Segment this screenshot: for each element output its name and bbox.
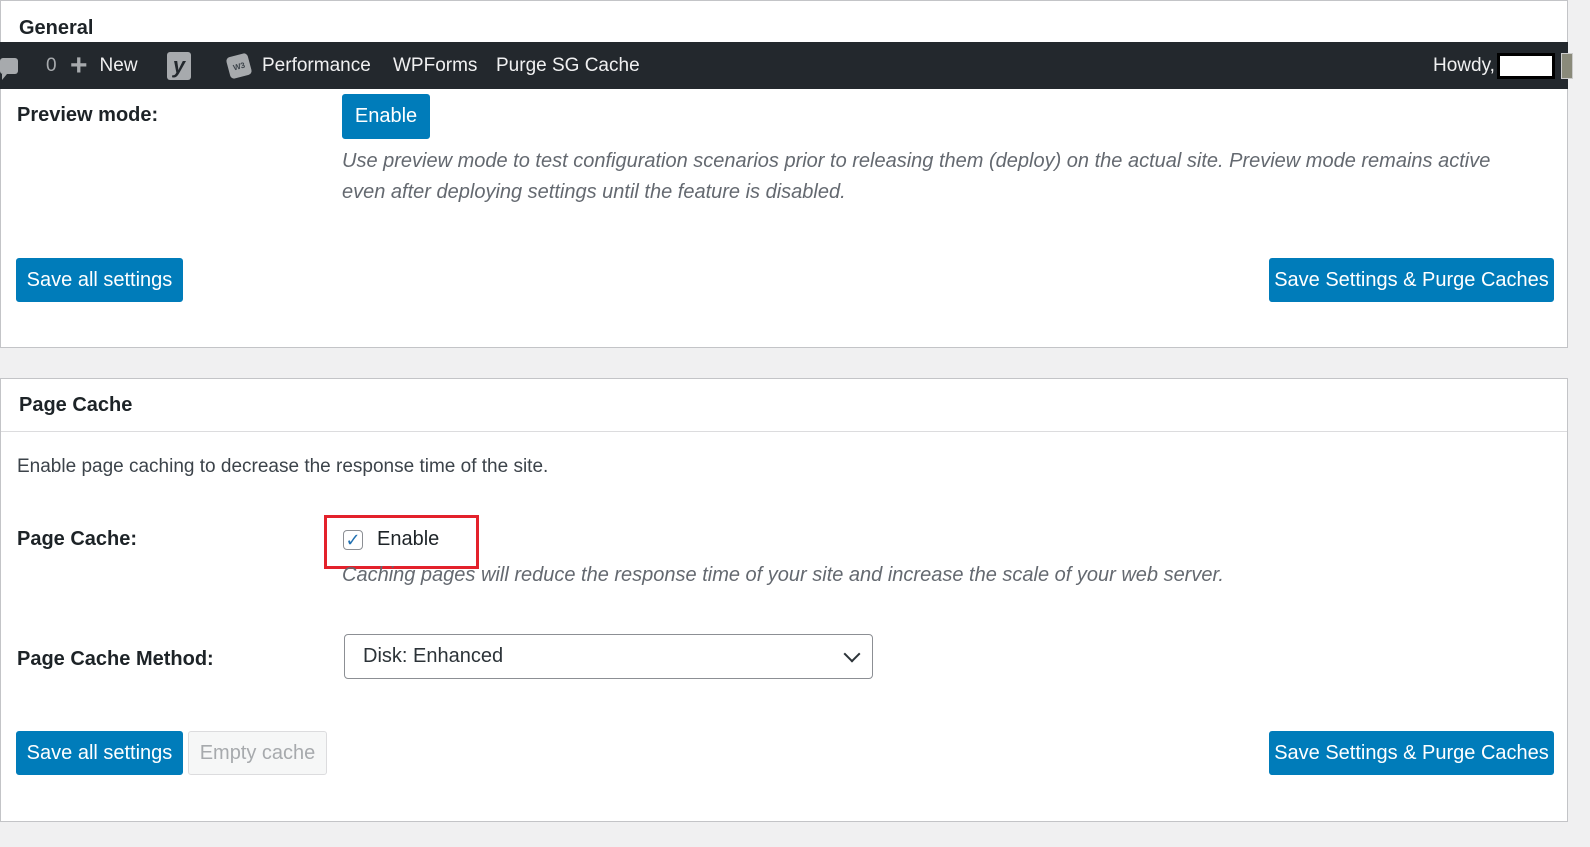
adminbar-performance[interactable]: W3 Performance [225,42,371,89]
preview-mode-label: Preview mode: [17,104,159,126]
avatar [1560,52,1573,79]
comments-count: 0 [46,54,57,76]
save-all-settings-button[interactable]: Save all settings [16,258,183,302]
adminbar-new[interactable]: + New [70,42,138,89]
save-all-settings-button[interactable]: Save all settings [16,731,183,775]
howdy-label: Howdy, [1433,54,1495,76]
chevron-down-icon [843,645,861,663]
page-cache-intro: Enable page caching to decrease the resp… [17,456,549,477]
w3-total-cache-icon: W3 [225,52,253,79]
page-cache-title: Page Cache [19,394,133,416]
save-purge-caches-button[interactable]: Save Settings & Purge Caches [1269,731,1554,775]
preview-mode-description: Use preview mode to test configuration s… [342,150,1491,203]
yoast-icon: y [167,51,191,80]
new-label: New [99,54,138,76]
wpforms-label: WPForms [393,54,478,76]
adminbar-wpforms[interactable]: WPForms [393,42,477,89]
adminbar-comments[interactable]: 0 [0,42,57,89]
page-cache-card: Page Cache Enable page caching to decrea… [0,378,1568,822]
title-divider [1,431,1567,432]
redacted-username [1496,52,1555,79]
wp-admin-bar: 0 + New y W3 Performance WPForms Purge S… [0,42,1573,89]
page-cache-method-value: Disk: Enhanced [363,645,504,667]
adminbar-purge-sg-cache[interactable]: Purge SG Cache [496,42,640,89]
page-cache-label: Page Cache: [17,528,138,550]
page-cache-description: Caching pages will reduce the response t… [342,564,1224,586]
page-cache-method-select[interactable]: Disk: Enhanced [344,634,873,679]
save-purge-caches-button[interactable]: Save Settings & Purge Caches [1269,258,1554,302]
preview-enable-button[interactable]: Enable [342,94,430,139]
general-title: General [19,17,94,39]
adminbar-my-account[interactable]: Howdy, [1433,42,1573,89]
plus-icon: + [70,48,88,82]
page-background [0,822,1590,847]
page-cache-method-label: Page Cache Method: [17,648,214,670]
purge-sg-cache-label: Purge SG Cache [496,54,640,76]
adminbar-yoast[interactable]: y [167,42,191,89]
empty-cache-button: Empty cache [188,731,327,775]
performance-label: Performance [262,54,371,76]
comment-icon [0,57,18,80]
